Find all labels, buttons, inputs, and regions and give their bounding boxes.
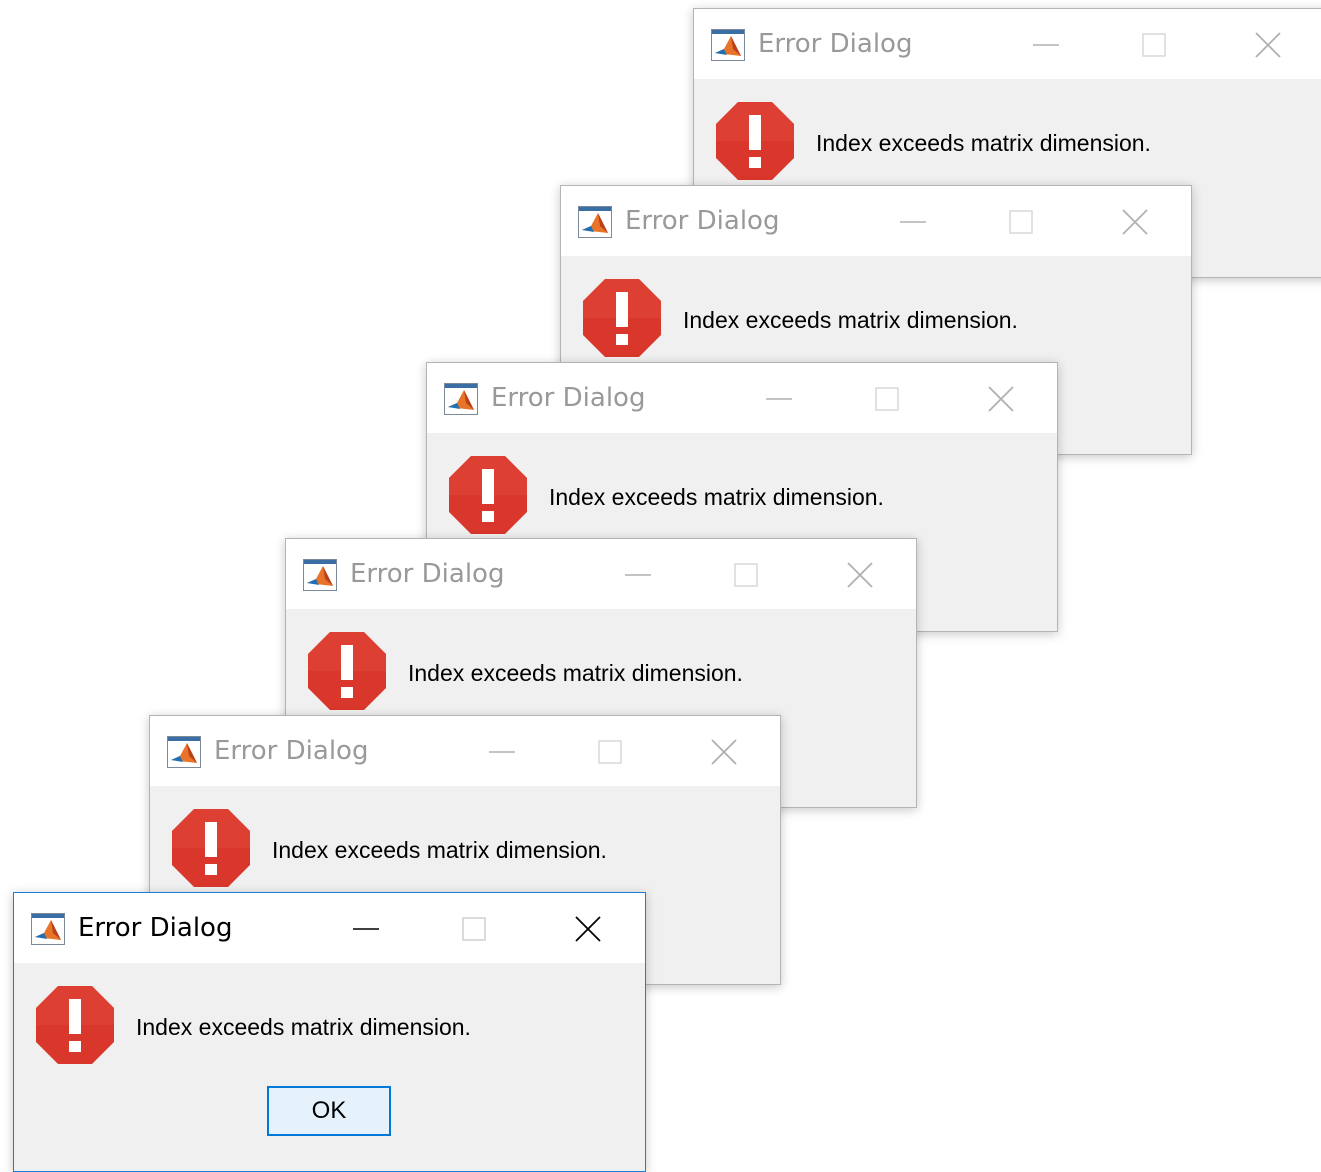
minimize-icon: [766, 398, 792, 400]
error-message: Index exceeds matrix dimension.: [408, 660, 743, 686]
close-button[interactable]: [837, 555, 883, 595]
maximize-button[interactable]: [1131, 25, 1177, 65]
maximize-icon: [462, 917, 486, 941]
close-icon: [575, 916, 601, 942]
close-icon: [1122, 209, 1148, 235]
dialog-title: Error Dialog: [78, 913, 233, 943]
matlab-logo-icon: [578, 206, 612, 238]
error-octagon-icon: [172, 809, 250, 887]
title-bar[interactable]: Error Dialog: [694, 9, 1321, 79]
minimize-icon: [1033, 44, 1059, 46]
minimize-button[interactable]: [615, 555, 661, 595]
title-bar[interactable]: Error Dialog: [286, 539, 916, 609]
dialog-title: Error Dialog: [214, 736, 369, 766]
dialog-title: Error Dialog: [625, 206, 780, 236]
error-message: Index exceeds matrix dimension.: [272, 837, 607, 863]
maximize-button[interactable]: [723, 555, 769, 595]
error-octagon-icon: [36, 986, 114, 1064]
ok-button[interactable]: OK: [267, 1086, 391, 1136]
matlab-logo-icon: [444, 383, 478, 415]
error-octagon-icon: [449, 456, 527, 534]
close-button[interactable]: [701, 732, 747, 772]
maximize-icon: [875, 387, 899, 411]
close-button[interactable]: [978, 379, 1024, 419]
maximize-button[interactable]: [587, 732, 633, 772]
maximize-icon: [1142, 33, 1166, 57]
close-icon: [988, 386, 1014, 412]
error-message: Index exceeds matrix dimension.: [136, 1014, 471, 1040]
dialog-title: Error Dialog: [491, 383, 646, 413]
title-bar[interactable]: Error Dialog: [561, 186, 1191, 256]
close-icon: [711, 739, 737, 765]
minimize-icon: [489, 751, 515, 753]
minimize-icon: [353, 928, 379, 930]
title-bar[interactable]: Error Dialog: [150, 716, 780, 786]
error-octagon-icon: [583, 279, 661, 357]
matlab-logo-icon: [167, 736, 201, 768]
close-button[interactable]: [1245, 25, 1291, 65]
error-message: Index exceeds matrix dimension.: [549, 484, 884, 510]
minimize-button[interactable]: [1023, 25, 1069, 65]
error-message: Index exceeds matrix dimension.: [683, 307, 1018, 333]
dialog-title: Error Dialog: [350, 559, 505, 589]
close-button[interactable]: [565, 909, 611, 949]
matlab-logo-icon: [711, 29, 745, 61]
error-message: Index exceeds matrix dimension.: [816, 130, 1151, 156]
close-button[interactable]: [1112, 202, 1158, 242]
minimize-icon: [625, 574, 651, 576]
minimize-button[interactable]: [479, 732, 525, 772]
error-dialog-window-active[interactable]: Error Dialog Index exceeds matrix dimens…: [13, 892, 646, 1172]
minimize-icon: [900, 221, 926, 223]
maximize-button[interactable]: [998, 202, 1044, 242]
title-bar[interactable]: Error Dialog: [427, 363, 1057, 433]
matlab-logo-icon: [303, 559, 337, 591]
minimize-button[interactable]: [756, 379, 802, 419]
maximize-button[interactable]: [451, 909, 497, 949]
title-bar[interactable]: Error Dialog: [14, 893, 645, 963]
maximize-button[interactable]: [864, 379, 910, 419]
close-icon: [847, 562, 873, 588]
maximize-icon: [598, 740, 622, 764]
maximize-icon: [1009, 210, 1033, 234]
maximize-icon: [734, 563, 758, 587]
minimize-button[interactable]: [890, 202, 936, 242]
dialog-title: Error Dialog: [758, 29, 913, 59]
matlab-logo-icon: [31, 913, 65, 945]
error-octagon-icon: [716, 102, 794, 180]
error-octagon-icon: [308, 632, 386, 710]
close-icon: [1255, 32, 1281, 58]
minimize-button[interactable]: [343, 909, 389, 949]
